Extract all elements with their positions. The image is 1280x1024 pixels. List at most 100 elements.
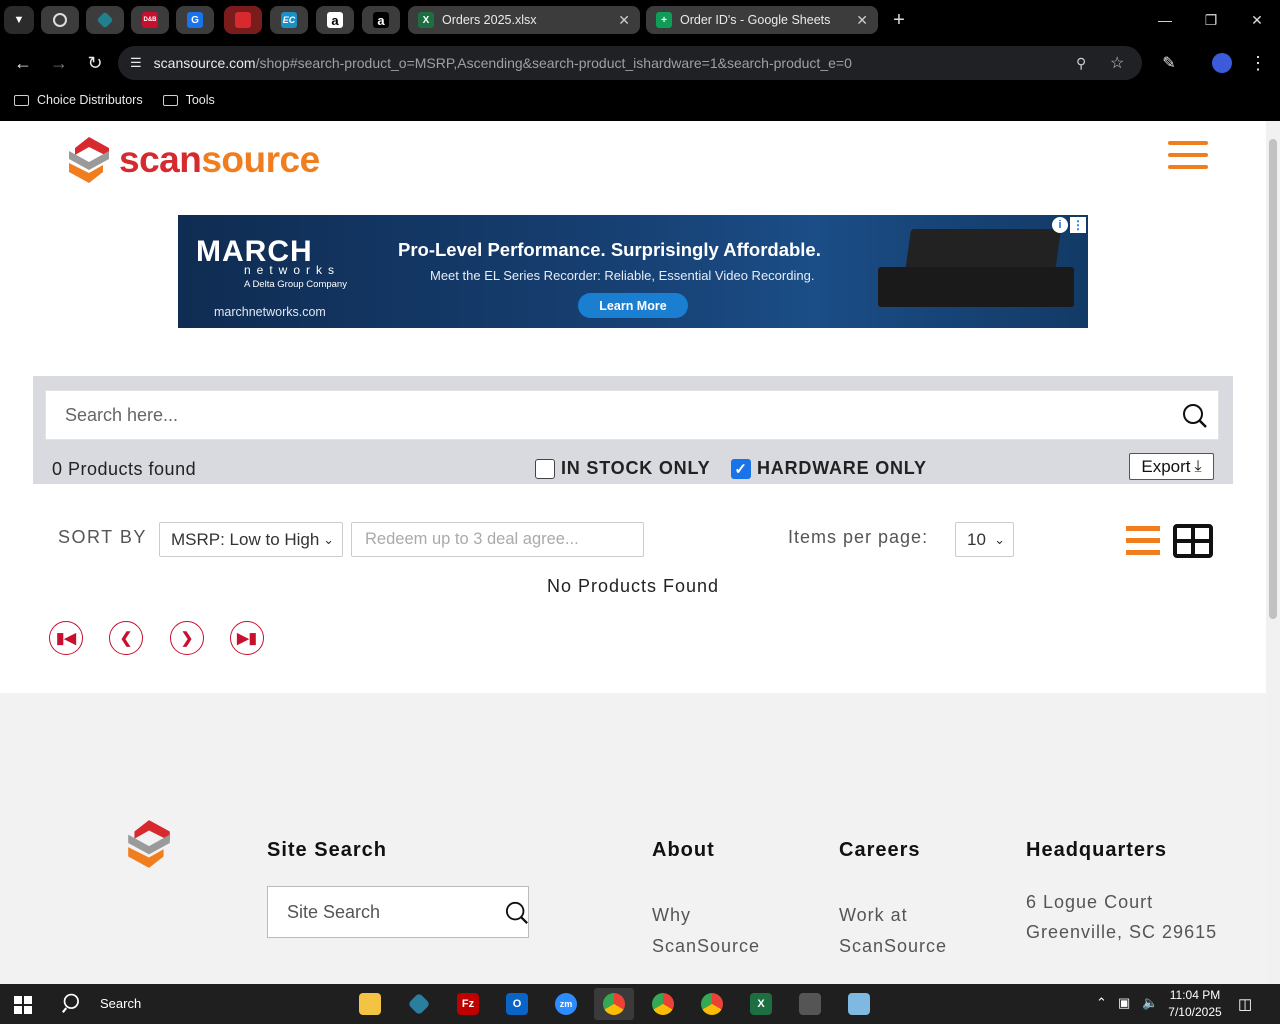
tab-amazon-1[interactable]: a	[316, 6, 354, 34]
in-stock-checkbox[interactable]	[535, 458, 555, 479]
tab-perplexity[interactable]	[86, 6, 124, 34]
scansource-mark-icon	[69, 137, 109, 183]
g-blue-icon: G	[187, 12, 203, 28]
taskbar-chrome-1[interactable]	[594, 988, 634, 1020]
tab-google-sheets[interactable]: + Order ID's - Google Sheets ✕	[646, 6, 878, 34]
notification-icon[interactable]: ◫	[1238, 995, 1252, 1013]
address-bar[interactable]: ☰ scansource.com/shop#search-product_o=M…	[118, 46, 1142, 80]
tab-chatgpt[interactable]	[41, 6, 79, 34]
scrollbar-thumb[interactable]	[1269, 139, 1277, 619]
taskbar-chrome-3[interactable]	[692, 988, 732, 1020]
ad-banner[interactable]: MARCH networks A Delta Group Company mar…	[178, 215, 1088, 328]
sort-select[interactable]: MSRP: Low to High ⌄	[159, 522, 343, 557]
in-stock-only-filter[interactable]: IN STOCK ONLY	[535, 458, 710, 479]
last-page-button[interactable]: ▶▮	[230, 621, 264, 655]
taskbar-zoom[interactable]: zm	[546, 988, 586, 1020]
taskbar-chrome-2[interactable]	[643, 988, 683, 1020]
footer-link-work-at-scansource[interactable]: Work at ScanSource	[839, 900, 979, 962]
taskbar-filezilla[interactable]: Fz	[448, 988, 488, 1020]
chevron-down-icon: ▼	[13, 14, 25, 26]
taskbar-search[interactable]: Search	[62, 992, 141, 1014]
taskbar-excel[interactable]: X	[741, 988, 781, 1020]
first-page-button[interactable]: ▮◀	[49, 621, 83, 655]
network-icon[interactable]: ▣	[1118, 995, 1130, 1011]
bookmark-star-icon[interactable]: ☆	[1110, 53, 1124, 73]
profile-avatar[interactable]	[1207, 48, 1237, 78]
taskbar-outlook[interactable]: O	[497, 988, 537, 1020]
hardware-label: HARDWARE ONLY	[757, 458, 927, 478]
reload-button[interactable]: ↻	[80, 48, 110, 78]
folder-icon	[162, 94, 178, 106]
hardware-only-filter[interactable]: ✓ HARDWARE ONLY	[731, 458, 927, 479]
search-input[interactable]	[46, 391, 1166, 439]
banner-learn-more-button[interactable]: Learn More	[578, 293, 688, 318]
tab-amazon-2[interactable]: a	[362, 6, 400, 34]
close-window-button[interactable]: ✕	[1234, 0, 1280, 40]
in-stock-label: IN STOCK ONLY	[561, 458, 711, 478]
amazon-icon: a	[327, 12, 343, 28]
menu-kebab-icon[interactable]: ⋮	[1243, 48, 1273, 78]
chrome-icon	[701, 993, 723, 1015]
tab-ec[interactable]: EC	[270, 6, 308, 34]
extensions-icon[interactable]: ✎	[1154, 48, 1184, 78]
page-scrollbar[interactable]	[1266, 121, 1280, 984]
recorder-image	[878, 267, 1074, 307]
excel-icon: X	[750, 993, 772, 1015]
tab-orders-xlsx[interactable]: X Orders 2025.xlsx ✕	[408, 6, 640, 34]
taskbar-file-explorer[interactable]	[350, 988, 390, 1020]
footer-link-why-scansource[interactable]: Why ScanSource	[652, 900, 792, 962]
grid-view-icon[interactable]	[1173, 524, 1213, 558]
chevron-up-icon[interactable]: ⌃	[1096, 995, 1107, 1011]
taskbar-clock[interactable]: 11:04 PM 7/10/2025	[1160, 987, 1230, 1021]
taskbar-notes[interactable]	[839, 988, 879, 1020]
bookmark-folder-choice-distributors[interactable]: Choice Distributors	[14, 93, 143, 107]
chevron-left-icon: ❮	[119, 630, 133, 647]
search-icon[interactable]	[1182, 403, 1208, 429]
zoom-icon[interactable]: ⚲	[1076, 55, 1086, 72]
sort-by-label: SORT BY	[58, 527, 147, 547]
notes-icon	[848, 993, 870, 1015]
minimize-button[interactable]: —	[1142, 0, 1188, 40]
bookmarks-bar: Choice Distributors Tools	[0, 86, 1280, 114]
ad-info-icon[interactable]: i	[1052, 217, 1068, 233]
scansource-logo[interactable]: scansource	[67, 135, 320, 185]
deal-agreement-input[interactable]: Redeem up to 3 deal agree...	[351, 522, 644, 557]
zoom-icon: zm	[555, 993, 577, 1015]
tab-search-button[interactable]: ▼	[4, 6, 34, 34]
chevron-down-icon: ⌄	[994, 532, 1005, 547]
ad-menu-icon[interactable]: ⋮	[1070, 217, 1086, 233]
back-button[interactable]: ←	[8, 48, 38, 78]
next-page-button[interactable]: ❯	[170, 621, 204, 655]
tab-dnb[interactable]: D&B	[131, 6, 169, 34]
taskbar-app-blue[interactable]	[399, 988, 439, 1020]
windows-start-icon[interactable]	[14, 996, 32, 1014]
tab-g[interactable]: G	[176, 6, 214, 34]
new-tab-button[interactable]: +	[876, 0, 922, 40]
restore-button[interactable]: ❐	[1188, 0, 1234, 40]
sort-value: MSRP: Low to High	[171, 529, 320, 549]
site-info-icon[interactable]: ☰	[130, 55, 142, 71]
first-page-icon: ▮◀	[56, 630, 76, 647]
scansource-footer-logo-icon[interactable]	[126, 818, 172, 870]
items-per-page-value: 10	[967, 529, 986, 549]
forward-button[interactable]: →	[44, 48, 74, 78]
page-content: scansource MARCH networks A Delta Group …	[0, 121, 1266, 984]
volume-icon[interactable]: 🔈	[1142, 995, 1158, 1011]
bookmark-folder-tools[interactable]: Tools	[162, 93, 215, 107]
search-icon[interactable]	[505, 901, 529, 925]
tab-scansource[interactable]	[224, 6, 262, 34]
clock-time: 11:04 PM	[1169, 988, 1221, 1002]
export-button[interactable]: Export ⤓	[1129, 453, 1214, 480]
hardware-checkbox[interactable]: ✓	[731, 458, 751, 479]
taskbar-calculator[interactable]	[790, 988, 830, 1020]
hamburger-menu-icon[interactable]	[1168, 141, 1208, 173]
close-icon[interactable]: ✕	[618, 12, 630, 29]
prev-page-button[interactable]: ❮	[109, 621, 143, 655]
list-view-icon[interactable]	[1126, 526, 1160, 556]
close-icon[interactable]: ✕	[856, 12, 868, 29]
footer-search-input[interactable]	[268, 887, 488, 937]
footer-hq-address: 6 Logue Court Greenville, SC 29615	[1026, 892, 1218, 942]
items-per-page-select[interactable]: 10 ⌄	[955, 522, 1014, 557]
outlook-icon: O	[506, 993, 528, 1015]
folder-icon	[359, 993, 381, 1015]
